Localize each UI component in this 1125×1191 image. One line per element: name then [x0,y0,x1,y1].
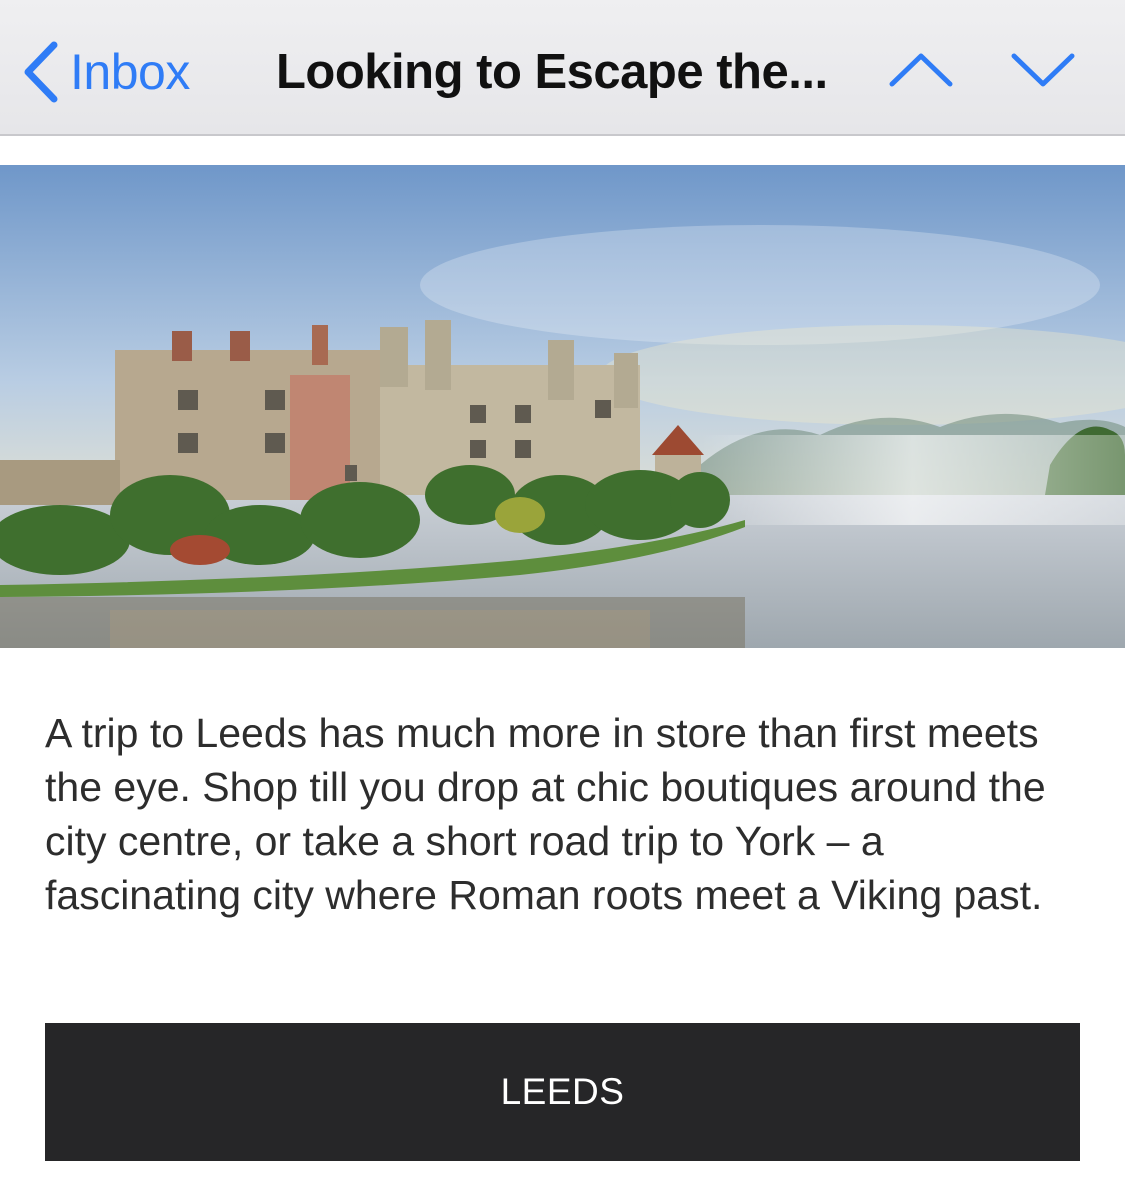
body-paragraph: A trip to Leeds has much more in store t… [45,710,1046,918]
navigation-bar: Inbox Looking to Escape the... [0,0,1125,136]
previous-message-button[interactable] [886,40,956,104]
hero-image [0,165,1125,648]
chevron-down-icon [1010,50,1076,95]
back-label: Inbox [70,44,190,100]
chevron-left-icon [22,41,60,103]
message-title: Looking to Escape the... [276,45,828,99]
chevron-up-icon [888,50,954,95]
back-to-inbox-button[interactable]: Inbox [22,36,190,108]
next-message-button[interactable] [1008,40,1078,104]
leeds-button[interactable]: LEEDS [45,1023,1080,1161]
